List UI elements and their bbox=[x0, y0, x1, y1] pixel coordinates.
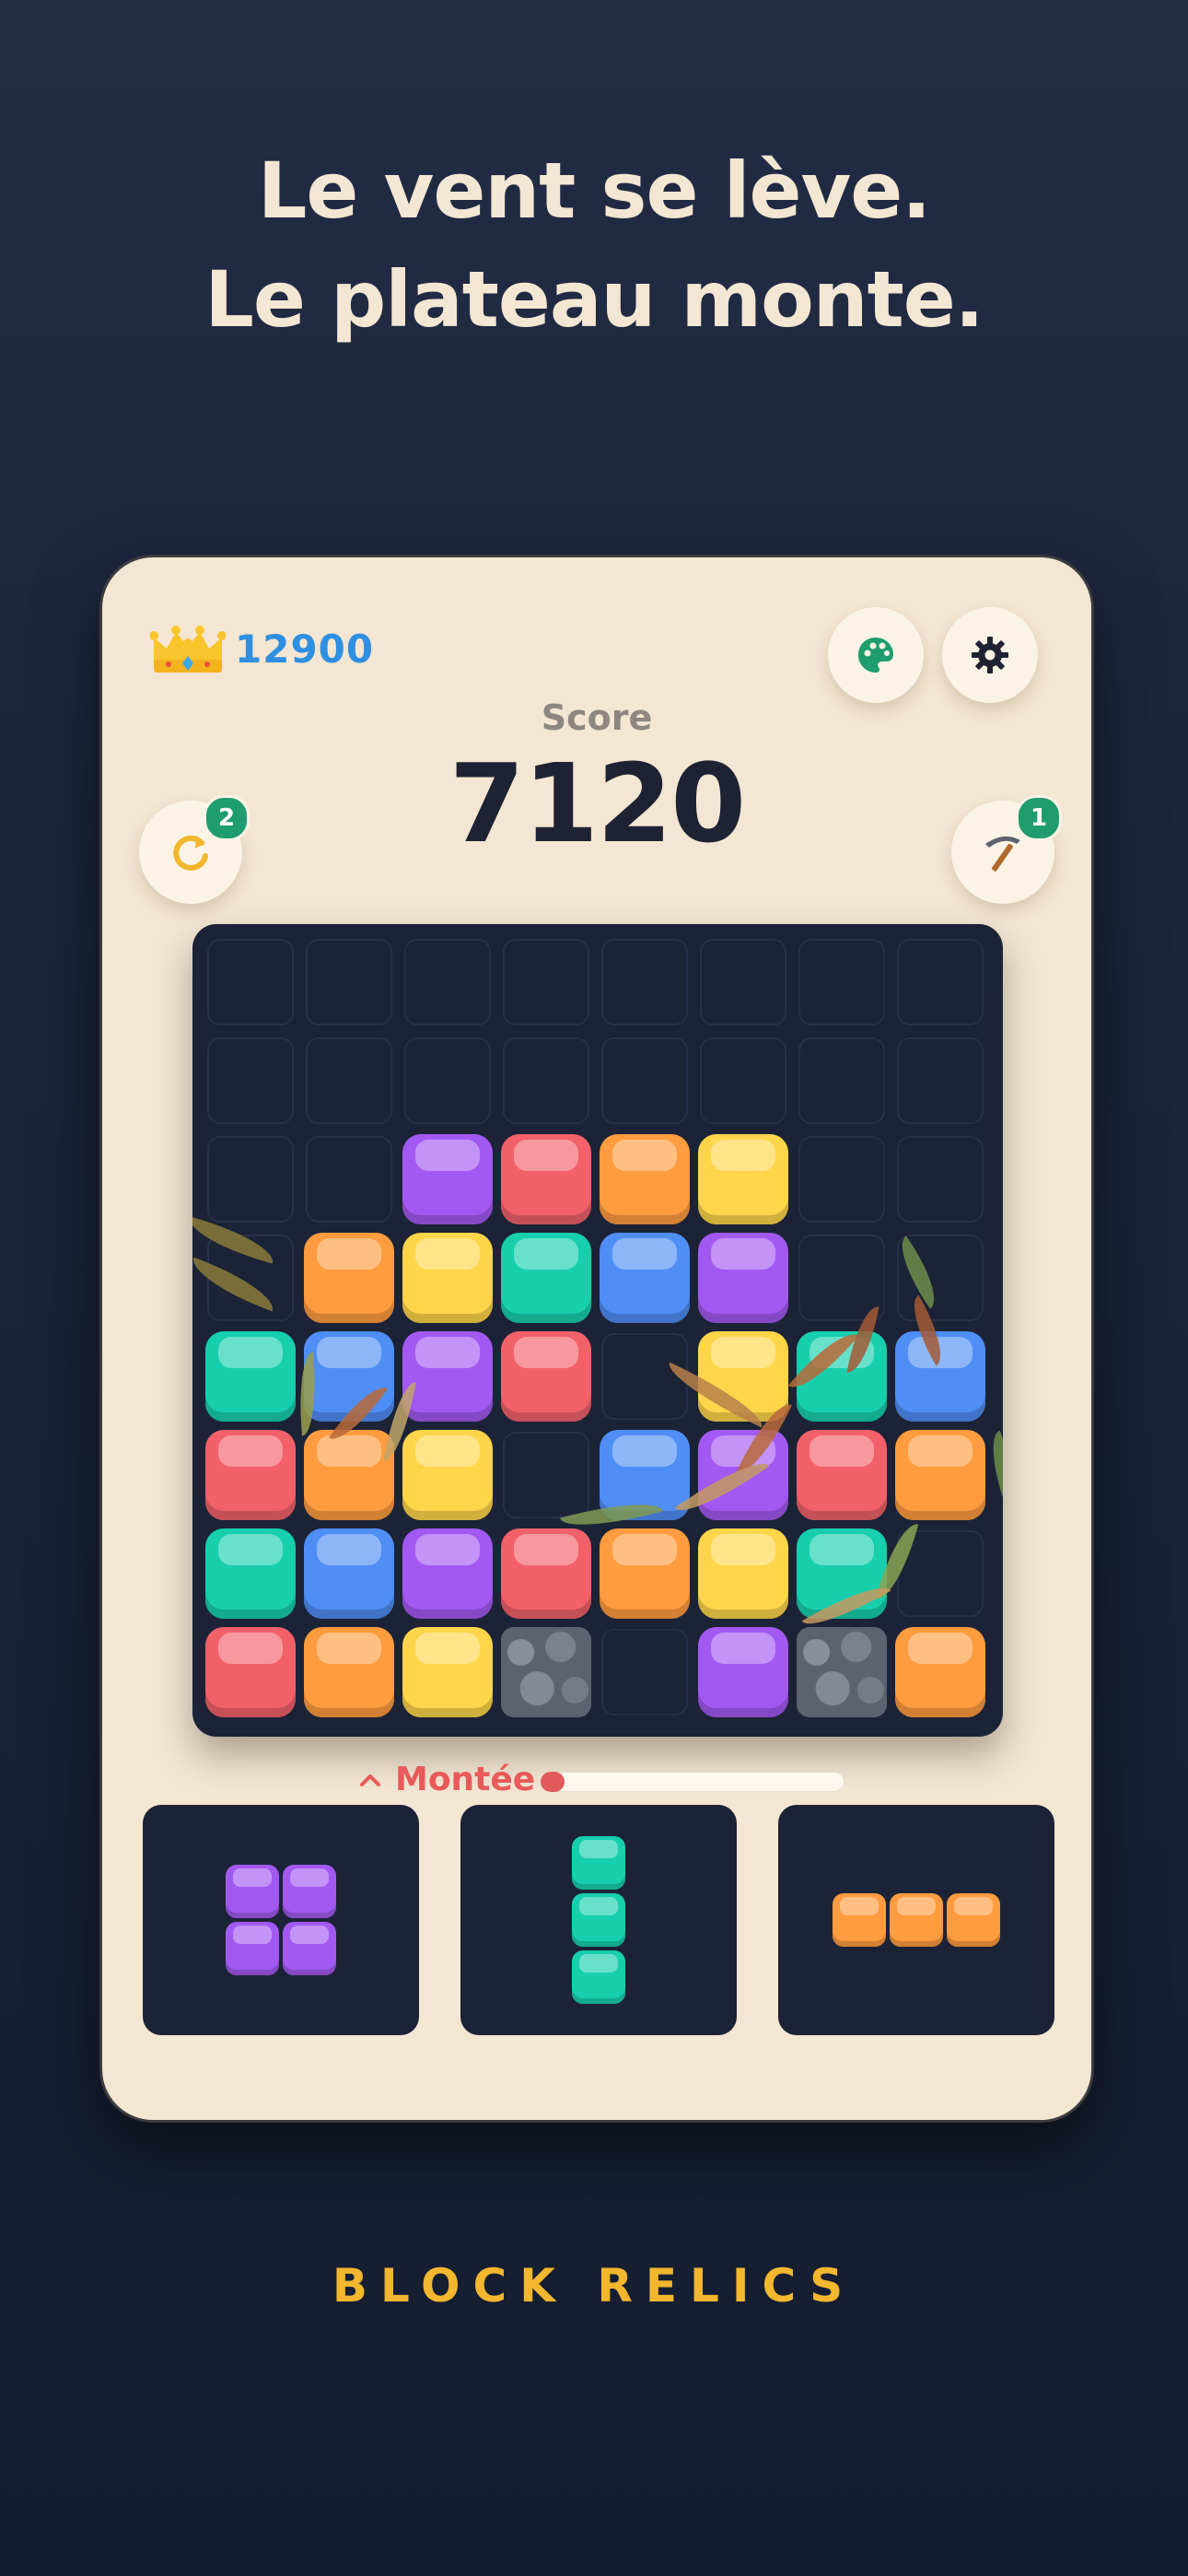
settings-button[interactable] bbox=[942, 607, 1038, 703]
undo-count-badge: 2 bbox=[204, 795, 250, 841]
stone-block bbox=[501, 1627, 591, 1717]
piece-block-teal bbox=[572, 1836, 625, 1890]
theme-button[interactable] bbox=[828, 607, 924, 703]
board-cell[interactable] bbox=[306, 939, 392, 1025]
score-label: Score bbox=[541, 697, 653, 738]
chevron-up-icon bbox=[360, 1774, 380, 1786]
piece-tray-slot-1[interactable] bbox=[143, 1805, 419, 2035]
block-blue bbox=[304, 1331, 394, 1422]
pickaxe-count-badge: 1 bbox=[1016, 795, 1062, 841]
block-purple bbox=[698, 1627, 788, 1717]
board-cell[interactable] bbox=[503, 1037, 589, 1124]
board-cell[interactable] bbox=[897, 1037, 984, 1124]
block-teal bbox=[205, 1528, 296, 1619]
piece-tray-slot-2[interactable] bbox=[460, 1805, 737, 2035]
crown-icon bbox=[149, 621, 227, 676]
board-cell[interactable] bbox=[207, 1037, 294, 1124]
stone-block bbox=[797, 1627, 887, 1717]
piece-block-purple bbox=[283, 1865, 336, 1918]
piece-block-purple bbox=[226, 1922, 279, 1975]
gear-icon bbox=[972, 637, 1008, 673]
block-blue bbox=[304, 1528, 394, 1619]
block-orange bbox=[600, 1528, 690, 1619]
block-orange bbox=[304, 1430, 394, 1520]
board-cell[interactable] bbox=[897, 939, 984, 1025]
block-purple bbox=[402, 1134, 493, 1224]
rise-indicator: Montée bbox=[355, 1761, 535, 1798]
piece-block-purple bbox=[283, 1922, 336, 1975]
block-red bbox=[501, 1331, 591, 1422]
block-yellow bbox=[698, 1134, 788, 1224]
board-cell[interactable] bbox=[207, 939, 294, 1025]
best-score-value: 12900 bbox=[235, 626, 375, 672]
palette-icon bbox=[858, 638, 893, 673]
rise-label: Montée bbox=[395, 1761, 536, 1798]
headline-line-2: Le plateau monte. bbox=[204, 254, 984, 345]
block-purple bbox=[402, 1528, 493, 1619]
board-cell[interactable] bbox=[897, 1136, 984, 1223]
board-cell[interactable] bbox=[306, 1037, 392, 1124]
game-screen: 12900 Score 7120 2 1 Montée bbox=[99, 555, 1094, 2123]
board-cell[interactable] bbox=[798, 939, 885, 1025]
block-red bbox=[205, 1430, 296, 1520]
board-cell[interactable] bbox=[700, 939, 786, 1025]
piece-block-teal bbox=[572, 1950, 625, 2004]
block-orange bbox=[304, 1233, 394, 1323]
block-orange bbox=[895, 1627, 985, 1717]
headline-line-1: Le vent se lève. bbox=[257, 146, 931, 236]
block-yellow bbox=[698, 1528, 788, 1619]
block-orange bbox=[600, 1134, 690, 1224]
board-cell[interactable] bbox=[601, 1629, 688, 1715]
block-orange bbox=[895, 1430, 985, 1520]
board-cell[interactable] bbox=[798, 1136, 885, 1223]
piece-block-teal bbox=[572, 1893, 625, 1947]
game-board[interactable] bbox=[192, 924, 1003, 1737]
block-red bbox=[797, 1430, 887, 1520]
piece-tray-slot-3[interactable] bbox=[778, 1805, 1054, 2035]
board-cell[interactable] bbox=[404, 1037, 491, 1124]
block-purple bbox=[698, 1233, 788, 1323]
board-cell[interactable] bbox=[700, 1037, 786, 1124]
best-score: 12900 bbox=[149, 616, 375, 681]
block-blue bbox=[600, 1233, 690, 1323]
rise-progress-bar bbox=[541, 1772, 844, 1792]
block-red bbox=[501, 1528, 591, 1619]
board-cell[interactable] bbox=[503, 939, 589, 1025]
block-teal bbox=[501, 1233, 591, 1323]
board-cell[interactable] bbox=[207, 1136, 294, 1223]
block-yellow bbox=[402, 1627, 493, 1717]
board-cell[interactable] bbox=[601, 1037, 688, 1124]
block-red bbox=[501, 1134, 591, 1224]
block-yellow bbox=[402, 1430, 493, 1520]
pickaxe-icon bbox=[985, 836, 1020, 872]
piece-block-orange bbox=[833, 1893, 886, 1947]
rise-progress-fill bbox=[541, 1772, 565, 1792]
block-yellow bbox=[402, 1233, 493, 1323]
piece-block-orange bbox=[947, 1893, 1000, 1947]
brand-name: BLOCK RELICS bbox=[332, 2259, 856, 2313]
score-value: 7120 bbox=[448, 740, 746, 867]
board-cell[interactable] bbox=[503, 1432, 589, 1518]
piece-block-purple bbox=[226, 1865, 279, 1918]
undo-icon bbox=[173, 835, 208, 871]
block-purple bbox=[402, 1331, 493, 1422]
board-cell[interactable] bbox=[798, 1037, 885, 1124]
board-cell[interactable] bbox=[601, 1333, 688, 1420]
block-orange bbox=[304, 1627, 394, 1717]
block-teal bbox=[205, 1331, 296, 1422]
piece-block-orange bbox=[890, 1893, 943, 1947]
pickaxe-button[interactable]: 1 bbox=[951, 795, 1062, 904]
block-red bbox=[205, 1627, 296, 1717]
board-cell[interactable] bbox=[404, 939, 491, 1025]
undo-button[interactable]: 2 bbox=[139, 795, 250, 904]
board-cell[interactable] bbox=[601, 939, 688, 1025]
board-cell[interactable] bbox=[306, 1136, 392, 1223]
block-blue bbox=[895, 1331, 985, 1422]
